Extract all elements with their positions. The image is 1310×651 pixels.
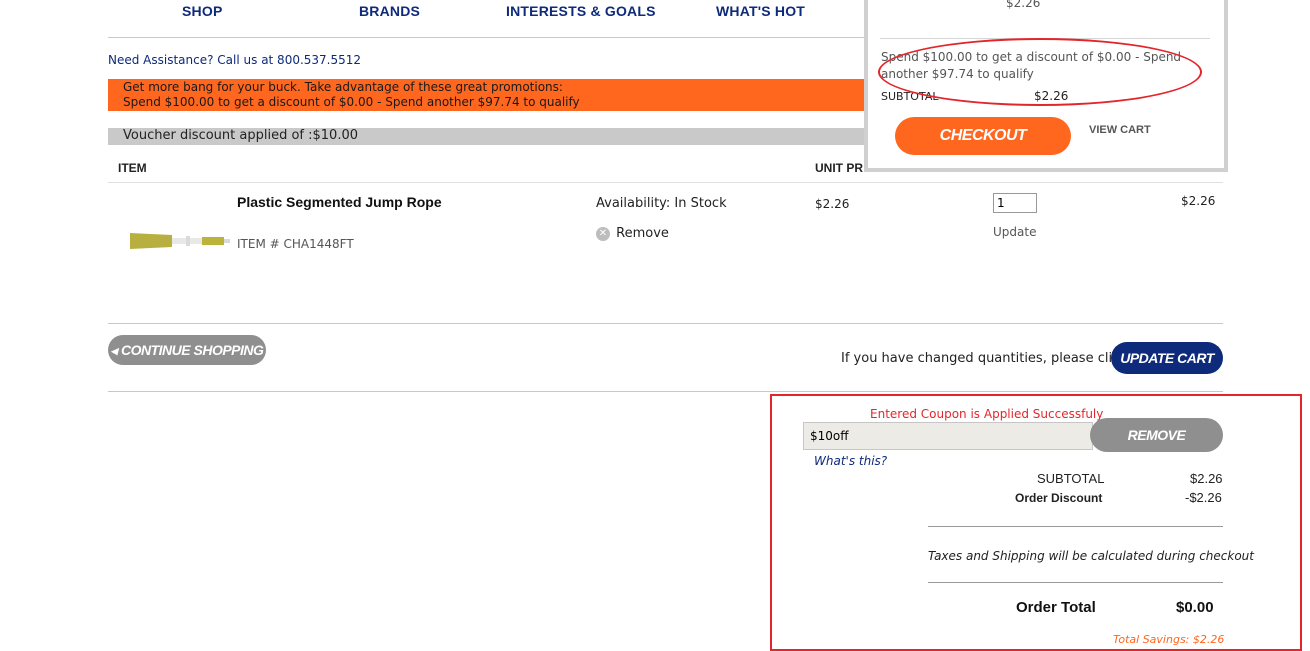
promo-banner: Get more bang for your buck. Take advant… [108,79,868,111]
col-unit-price-header: UNIT PR [815,161,863,175]
remove-label: Remove [616,226,669,241]
order-total-value: $0.00 [1176,599,1214,616]
summary-divider-1 [928,526,1223,527]
order-discount-label: Order Discount [1015,491,1103,505]
promo-line-2: Spend $100.00 to get a discount of $0.00… [123,95,580,109]
remove-x-icon: ✕ [596,226,610,241]
item-number: ITEM # CHA1448FT [237,237,354,251]
unit-price: $2.26 [815,197,850,211]
nav-brands[interactable]: BRANDS [359,3,420,19]
update-cart-button[interactable]: UPDATE CART [1111,342,1223,374]
mini-cart-dropdown: $2.26 Spend $100.00 to get a discount of… [864,0,1228,172]
checkout-button[interactable]: CHECKOUT [895,117,1071,155]
mini-cart-promo-highlight [878,38,1202,106]
coupon-success-message: Entered Coupon is Applied Successfuly [870,407,1104,421]
coupon-code-input[interactable] [803,422,1093,450]
assistance-text: Need Assistance? Call us at 800.537.5512 [108,53,362,67]
summary-subtotal-value: $2.26 [1190,471,1223,486]
order-total-label: Order Total [1016,599,1096,616]
total-savings-text: Total Savings: $2.26 [1113,633,1225,646]
header-divider [108,182,1223,183]
actions-divider [108,391,1223,392]
order-discount-value: -$2.26 [1185,490,1222,505]
nav-divider [108,37,868,38]
summary-divider-2 [928,582,1223,583]
quantity-input[interactable] [993,193,1037,213]
nav-interests-goals[interactable]: INTERESTS & GOALS [506,3,656,19]
changed-quantities-text: If you have changed quantities, please c… [841,351,1132,366]
product-name-link[interactable]: Plastic Segmented Jump Rope [237,194,442,210]
view-cart-link[interactable]: VIEW CART [1089,124,1151,136]
nav-shop[interactable]: SHOP [182,3,222,19]
jump-rope-image[interactable] [128,230,230,252]
voucher-bar: Voucher discount applied of :$10.00 [108,128,868,145]
continue-shopping-button[interactable]: ◀ CONTINUE SHOPPING [108,335,266,365]
whats-this-link[interactable]: What's this? [814,454,887,468]
promo-line-1: Get more bang for your buck. Take advant… [123,80,563,94]
update-qty-link[interactable]: Update [993,225,1036,239]
row-divider [108,323,1223,324]
mini-cart-item-price: $2.26 [1006,0,1041,10]
col-item-header: ITEM [118,161,147,175]
voucher-text: Voucher discount applied of :$10.00 [123,128,358,143]
chevron-left-icon: ◀ [110,346,118,356]
item-total: $2.26 [1181,194,1216,208]
remove-coupon-button[interactable]: REMOVE [1090,418,1223,452]
summary-subtotal-label: SUBTOTAL [1037,471,1105,486]
availability-text: Availability: In Stock [596,196,727,211]
remove-item-link[interactable]: ✕ Remove [596,226,669,241]
nav-whats-hot[interactable]: WHAT'S HOT [716,3,805,19]
taxes-shipping-note: Taxes and Shipping will be calculated du… [928,549,1254,563]
continue-shopping-label: CONTINUE SHOPPING [121,342,264,358]
